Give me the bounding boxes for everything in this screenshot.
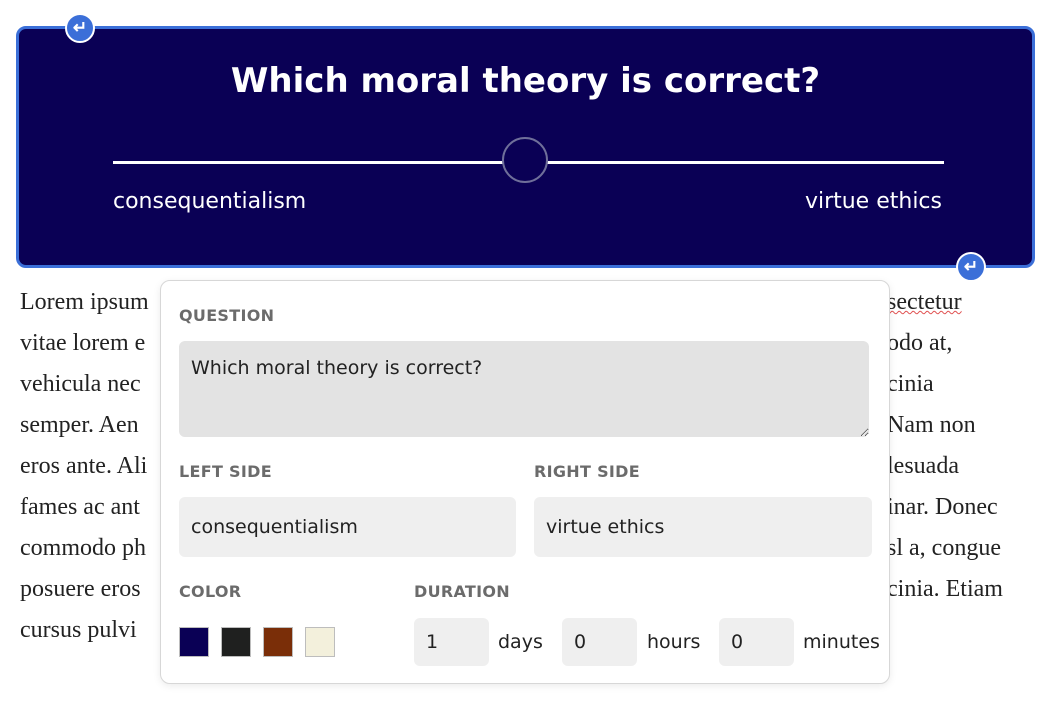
paragraph-line-start: eros ante. Ali	[20, 453, 148, 479]
poll-left-label: consequentialism	[113, 189, 307, 214]
poll-right-label: virtue ethics	[804, 189, 942, 214]
duration-days-unit: days	[498, 631, 543, 653]
question-textarea[interactable]: Which moral theory is correct?	[179, 341, 869, 437]
left-side-input[interactable]	[179, 497, 516, 557]
duration-minutes-unit: minutes	[803, 631, 880, 653]
paragraph-line-end: lesuada	[887, 453, 959, 479]
poll-settings-popover: QUESTION Which moral theory is correct? …	[160, 280, 890, 684]
paragraph-line-end: cinia. Etiam	[887, 576, 1003, 602]
insert-before-return-icon[interactable]: ↵	[65, 13, 95, 43]
poll-question-title: Which moral theory is correct?	[230, 61, 821, 101]
color-swatch-cream[interactable]	[305, 627, 335, 657]
question-field-label: QUESTION	[179, 306, 275, 325]
duration-hours-unit: hours	[647, 631, 701, 653]
paragraph-line-start: fames ac ant	[20, 494, 140, 520]
duration-hours-input[interactable]	[562, 618, 637, 666]
color-swatch-black[interactable]	[221, 627, 251, 657]
paragraph-line-end: Nam non	[887, 412, 976, 438]
paragraph-line-end: odo at,	[887, 330, 953, 356]
paragraph-line-start: posuere eros	[20, 576, 141, 602]
paragraph-line-start: Lorem ipsum	[20, 289, 149, 315]
paragraph-line-end: sectetur	[887, 289, 962, 315]
right-side-field-label: RIGHT SIDE	[534, 462, 640, 481]
color-swatch-navy[interactable]	[179, 627, 209, 657]
poll-slider-handle[interactable]	[502, 137, 548, 183]
paragraph-line-end: inar. Donec	[887, 494, 998, 520]
paragraph-line-end: cinia	[887, 371, 934, 397]
duration-minutes-input[interactable]	[719, 618, 794, 666]
poll-block[interactable]: Which moral theory is correct? consequen…	[16, 26, 1035, 268]
paragraph-line-start: semper. Aen	[20, 412, 139, 438]
color-swatch-brown[interactable]	[263, 627, 293, 657]
paragraph-line-end: sl a, congue	[887, 535, 1001, 561]
paragraph-line-start: vitae lorem e	[20, 330, 146, 356]
paragraph-line-start: commodo ph	[20, 535, 146, 561]
duration-days-input[interactable]	[414, 618, 489, 666]
duration-field-label: DURATION	[414, 582, 510, 601]
left-side-field-label: LEFT SIDE	[179, 462, 272, 481]
color-field-label: COLOR	[179, 582, 242, 601]
paragraph-line-start: vehicula nec	[20, 371, 141, 397]
paragraph-line-start: cursus pulvi	[20, 617, 137, 643]
right-side-input[interactable]	[534, 497, 872, 557]
insert-after-return-icon[interactable]: ↵	[956, 252, 986, 282]
